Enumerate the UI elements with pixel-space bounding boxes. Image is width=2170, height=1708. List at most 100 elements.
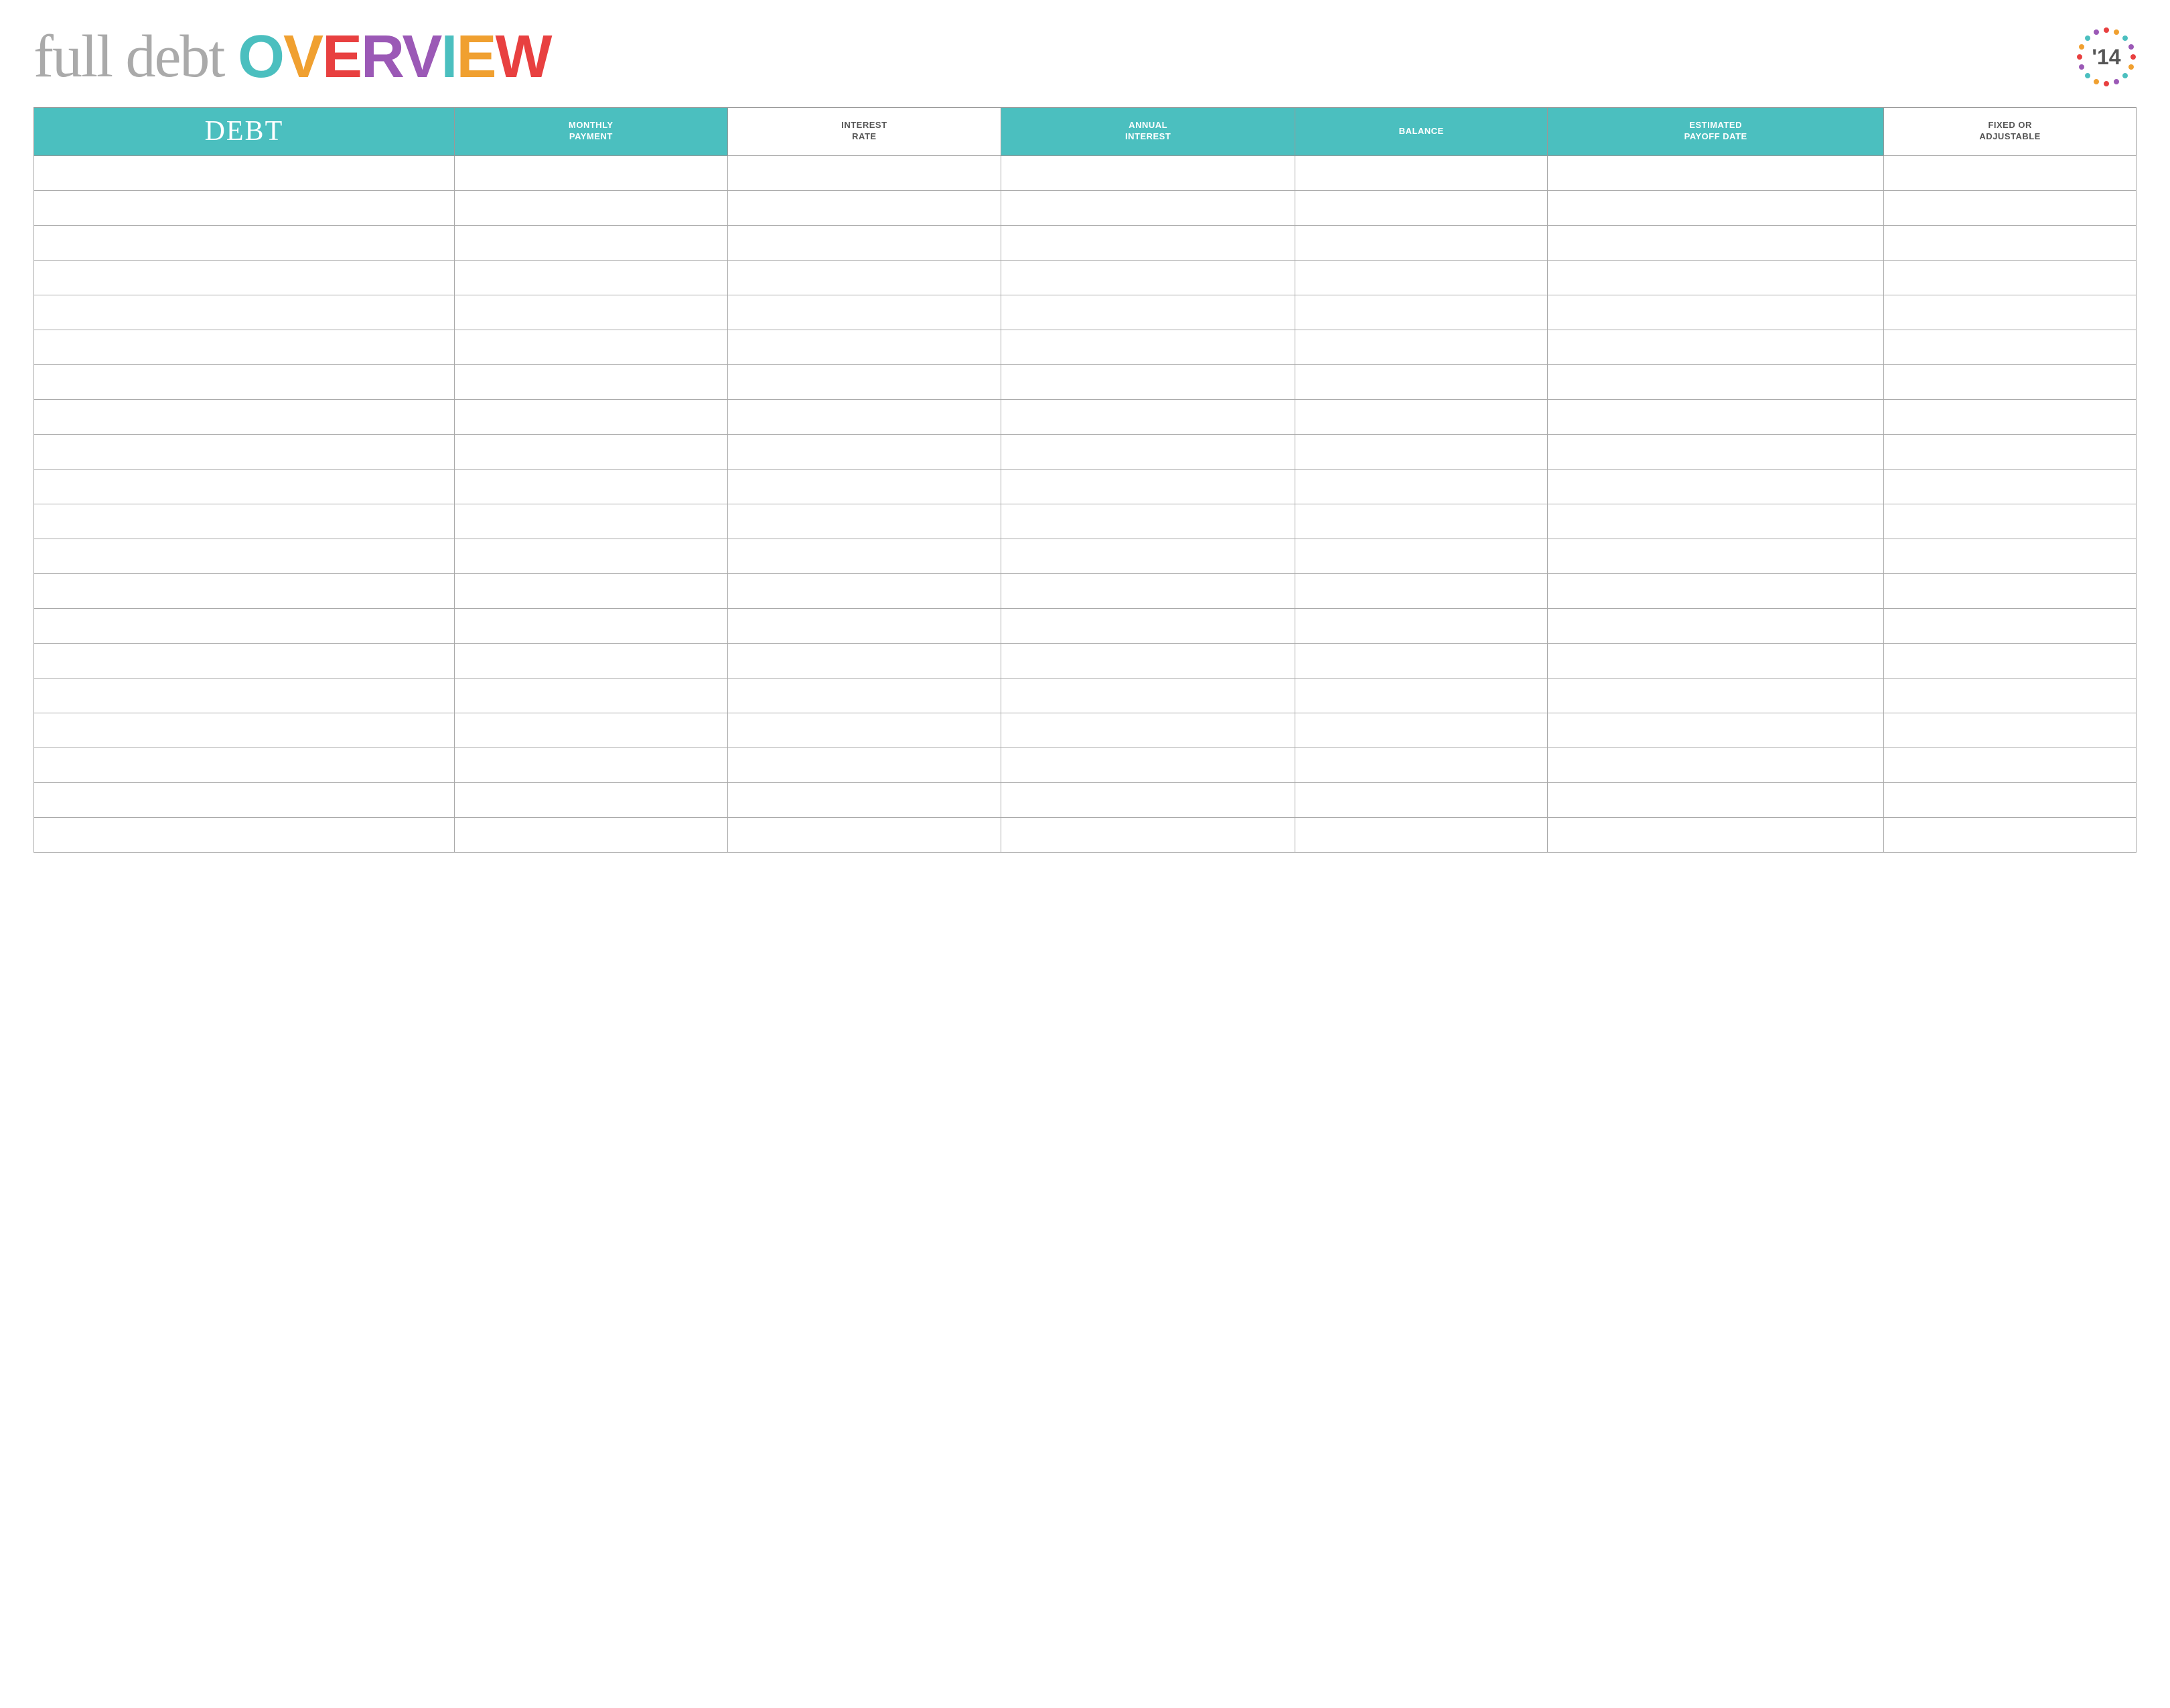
table-cell-fixed_adjustable[interactable]	[1884, 573, 2137, 608]
table-cell-interest_rate[interactable]	[727, 608, 1001, 643]
table-row[interactable]	[34, 330, 2137, 364]
table-row[interactable]	[34, 190, 2137, 225]
table-cell-interest_rate[interactable]	[727, 748, 1001, 782]
table-cell-debt[interactable]	[34, 155, 455, 190]
table-cell-fixed_adjustable[interactable]	[1884, 748, 2137, 782]
table-cell-monthly_payment[interactable]	[454, 330, 727, 364]
table-cell-annual_interest[interactable]	[1001, 155, 1295, 190]
table-cell-estimated_payoff[interactable]	[1548, 469, 1884, 504]
table-cell-annual_interest[interactable]	[1001, 608, 1295, 643]
table-cell-balance[interactable]	[1295, 573, 1548, 608]
table-cell-monthly_payment[interactable]	[454, 434, 727, 469]
table-cell-monthly_payment[interactable]	[454, 225, 727, 260]
table-cell-balance[interactable]	[1295, 643, 1548, 678]
table-cell-fixed_adjustable[interactable]	[1884, 713, 2137, 748]
table-cell-fixed_adjustable[interactable]	[1884, 330, 2137, 364]
table-row[interactable]	[34, 817, 2137, 852]
table-cell-monthly_payment[interactable]	[454, 399, 727, 434]
table-cell-estimated_payoff[interactable]	[1548, 399, 1884, 434]
table-cell-monthly_payment[interactable]	[454, 817, 727, 852]
table-row[interactable]	[34, 260, 2137, 295]
table-cell-monthly_payment[interactable]	[454, 713, 727, 748]
table-cell-fixed_adjustable[interactable]	[1884, 539, 2137, 573]
table-cell-debt[interactable]	[34, 539, 455, 573]
table-cell-fixed_adjustable[interactable]	[1884, 504, 2137, 539]
table-cell-fixed_adjustable[interactable]	[1884, 190, 2137, 225]
table-cell-debt[interactable]	[34, 678, 455, 713]
table-cell-estimated_payoff[interactable]	[1548, 155, 1884, 190]
table-cell-annual_interest[interactable]	[1001, 364, 1295, 399]
table-cell-annual_interest[interactable]	[1001, 817, 1295, 852]
table-cell-estimated_payoff[interactable]	[1548, 539, 1884, 573]
table-cell-fixed_adjustable[interactable]	[1884, 469, 2137, 504]
table-cell-monthly_payment[interactable]	[454, 748, 727, 782]
table-cell-estimated_payoff[interactable]	[1548, 434, 1884, 469]
table-cell-fixed_adjustable[interactable]	[1884, 155, 2137, 190]
table-cell-annual_interest[interactable]	[1001, 399, 1295, 434]
table-row[interactable]	[34, 399, 2137, 434]
table-cell-balance[interactable]	[1295, 364, 1548, 399]
table-cell-annual_interest[interactable]	[1001, 782, 1295, 817]
table-cell-interest_rate[interactable]	[727, 225, 1001, 260]
table-cell-annual_interest[interactable]	[1001, 295, 1295, 330]
table-cell-fixed_adjustable[interactable]	[1884, 295, 2137, 330]
table-cell-estimated_payoff[interactable]	[1548, 364, 1884, 399]
table-cell-balance[interactable]	[1295, 399, 1548, 434]
table-cell-interest_rate[interactable]	[727, 504, 1001, 539]
table-cell-annual_interest[interactable]	[1001, 504, 1295, 539]
table-row[interactable]	[34, 678, 2137, 713]
table-cell-annual_interest[interactable]	[1001, 190, 1295, 225]
table-cell-balance[interactable]	[1295, 260, 1548, 295]
table-cell-monthly_payment[interactable]	[454, 469, 727, 504]
table-row[interactable]	[34, 295, 2137, 330]
table-cell-interest_rate[interactable]	[727, 260, 1001, 295]
table-cell-fixed_adjustable[interactable]	[1884, 817, 2137, 852]
table-cell-debt[interactable]	[34, 434, 455, 469]
table-cell-interest_rate[interactable]	[727, 330, 1001, 364]
table-cell-balance[interactable]	[1295, 608, 1548, 643]
table-cell-monthly_payment[interactable]	[454, 643, 727, 678]
table-cell-annual_interest[interactable]	[1001, 573, 1295, 608]
table-cell-interest_rate[interactable]	[727, 539, 1001, 573]
table-cell-balance[interactable]	[1295, 330, 1548, 364]
table-cell-balance[interactable]	[1295, 539, 1548, 573]
table-cell-interest_rate[interactable]	[727, 573, 1001, 608]
table-row[interactable]	[34, 748, 2137, 782]
table-cell-balance[interactable]	[1295, 295, 1548, 330]
table-cell-estimated_payoff[interactable]	[1548, 678, 1884, 713]
table-cell-estimated_payoff[interactable]	[1548, 643, 1884, 678]
table-cell-monthly_payment[interactable]	[454, 539, 727, 573]
table-row[interactable]	[34, 782, 2137, 817]
table-cell-annual_interest[interactable]	[1001, 330, 1295, 364]
table-cell-estimated_payoff[interactable]	[1548, 782, 1884, 817]
table-row[interactable]	[34, 573, 2137, 608]
table-cell-debt[interactable]	[34, 260, 455, 295]
table-cell-estimated_payoff[interactable]	[1548, 713, 1884, 748]
table-cell-interest_rate[interactable]	[727, 190, 1001, 225]
table-cell-estimated_payoff[interactable]	[1548, 190, 1884, 225]
table-cell-debt[interactable]	[34, 399, 455, 434]
table-cell-monthly_payment[interactable]	[454, 260, 727, 295]
table-cell-balance[interactable]	[1295, 469, 1548, 504]
table-row[interactable]	[34, 643, 2137, 678]
table-cell-fixed_adjustable[interactable]	[1884, 643, 2137, 678]
table-cell-interest_rate[interactable]	[727, 782, 1001, 817]
table-cell-debt[interactable]	[34, 748, 455, 782]
table-cell-estimated_payoff[interactable]	[1548, 330, 1884, 364]
table-cell-balance[interactable]	[1295, 434, 1548, 469]
table-cell-balance[interactable]	[1295, 748, 1548, 782]
table-cell-debt[interactable]	[34, 713, 455, 748]
table-cell-interest_rate[interactable]	[727, 399, 1001, 434]
table-cell-debt[interactable]	[34, 469, 455, 504]
table-cell-debt[interactable]	[34, 364, 455, 399]
table-cell-interest_rate[interactable]	[727, 678, 1001, 713]
table-cell-estimated_payoff[interactable]	[1548, 504, 1884, 539]
table-cell-estimated_payoff[interactable]	[1548, 817, 1884, 852]
table-cell-annual_interest[interactable]	[1001, 678, 1295, 713]
table-cell-balance[interactable]	[1295, 782, 1548, 817]
table-cell-balance[interactable]	[1295, 155, 1548, 190]
table-row[interactable]	[34, 434, 2137, 469]
table-cell-annual_interest[interactable]	[1001, 748, 1295, 782]
table-row[interactable]	[34, 713, 2137, 748]
table-cell-interest_rate[interactable]	[727, 434, 1001, 469]
